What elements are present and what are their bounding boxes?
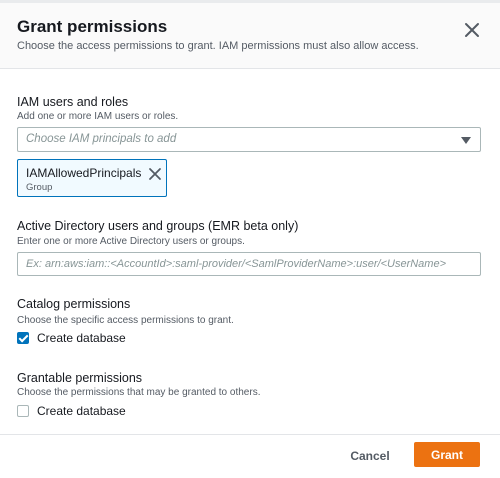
token-name: IAMAllowedPrincipals [26,166,142,180]
catalog-create-database-label: Create database [37,331,126,345]
dialog-footer: Cancel Grant [0,434,500,478]
dialog-header: Grant permissions Choose the access perm… [0,3,500,69]
selected-principal-token: IAMAllowedPrincipals Group [17,159,167,197]
iam-section-description: Add one or more IAM users or roles. [17,111,179,122]
ad-users-placeholder: Ex: arn:aws:iam::<AccountId>:saml-provid… [26,258,447,270]
grantable-create-database-label: Create database [37,404,126,418]
grantable-create-database-checkbox[interactable] [17,405,29,417]
cancel-button[interactable]: Cancel [340,444,400,468]
dialog-title: Grant permissions [17,17,168,36]
token-type: Group [26,182,53,193]
remove-token-icon[interactable] [148,167,162,181]
grant-permissions-dialog: Grant permissions Choose the access perm… [0,0,500,478]
iam-section-label: IAM users and roles [17,95,129,109]
catalog-create-database-option[interactable]: Create database [17,330,126,346]
iam-principals-select[interactable]: Choose IAM principals to add [17,127,481,152]
grantable-section-label: Grantable permissions [17,371,143,385]
grantable-section-description: Choose the permissions that may be grant… [17,387,261,398]
ad-section-description: Enter one or more Active Directory users… [17,236,245,247]
close-icon[interactable] [462,20,482,40]
catalog-section-description: Choose the specific access permissions t… [17,315,234,326]
ad-section-label: Active Directory users and groups (EMR b… [17,219,299,233]
catalog-create-database-checkbox[interactable] [17,332,29,344]
grantable-create-database-option[interactable]: Create database [17,403,126,419]
dialog-subtitle: Choose the access permissions to grant. … [17,40,419,52]
grant-button[interactable]: Grant [414,442,480,467]
catalog-section-label: Catalog permissions [17,297,131,311]
iam-principals-placeholder: Choose IAM principals to add [26,133,177,145]
caret-down-icon [461,137,471,144]
ad-users-input[interactable]: Ex: arn:aws:iam::<AccountId>:saml-provid… [17,252,481,276]
